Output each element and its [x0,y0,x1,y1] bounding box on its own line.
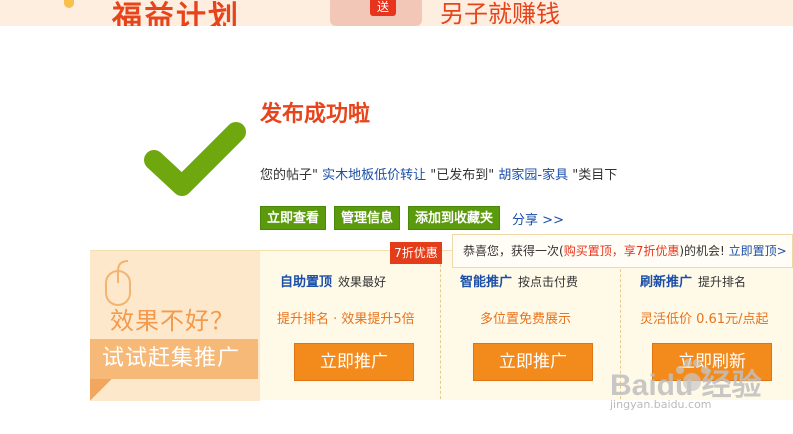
column-subtitle: 效果最好 [338,275,387,289]
action-buttons: 立即查看 管理信息 添加到收藏夹 分享 >> [260,206,564,230]
column-desc: 灵活低价 0.61元/点起 [640,312,769,327]
page: 福益计划 送 另子就赚钱 发布成功啦 您的帖子" 实木地板低价转让 "已发布到"… [0,0,793,434]
msg-suffix: "类目下 [572,168,618,183]
promo-column-smart: 智能推广 按点击付费 多位置免费展示 立即推广 [442,251,622,401]
category-link[interactable]: 胡家园-家具 [498,168,568,183]
msg-mid: "已发布到" [430,168,495,183]
tip-suffix: )的机会! [679,244,725,258]
success-message: 您的帖子" 实木地板低价转让 "已发布到" 胡家园-家具 "类目下 [260,164,617,183]
manage-info-button[interactable]: 管理信息 [334,206,401,230]
view-now-button[interactable]: 立即查看 [260,206,327,230]
column-title: 刷新推广 提升排名 [640,271,746,290]
discount-badge: 7折优惠 [390,242,442,264]
column-name: 智能推广 [460,275,513,290]
corner-fold [90,379,112,401]
paw-icon [676,359,709,391]
column-title: 智能推广 按点击付费 [460,271,578,290]
banner-left-text: 福益计划 [112,0,240,26]
banner-decoration [64,0,74,8]
column-name: 自助置顶 [280,275,333,290]
column-name: 刷新推广 [640,275,693,290]
gift-tag: 送 [370,0,396,16]
promo-column-top: 自助置顶 效果最好 提升排名 · 效果提升5倍 立即推广 [262,251,442,401]
banner-right-text: 另子就赚钱 [440,0,560,26]
discount-tip: 恭喜您，获得一次(购买置顶，享7折优惠)的机会! 立即置顶> [452,234,793,268]
column-subtitle: 提升排名 [698,275,747,289]
msg-prefix: 您的帖子" [260,168,318,183]
column-desc: 多位置免费展示 [480,312,572,327]
baidu-watermark: Baidu 经验 jingyan.baidu.com [610,359,793,420]
share-link[interactable]: 分享 >> [512,209,564,228]
promo-try-text: 试试赶集推广 [90,339,258,379]
success-title: 发布成功啦 [260,102,371,127]
column-title: 自助置顶 效果最好 [280,271,386,290]
column-subtitle: 按点击付费 [518,275,579,289]
post-title-link[interactable]: 实木地板低价转让 [322,168,426,183]
promote-now-button[interactable]: 立即推广 [473,343,593,381]
success-check-icon [144,122,246,196]
promo-bad-text: 效果不好？ [110,307,235,335]
gift-box-icon: 送 [330,0,422,26]
top-banner[interactable]: 福益计划 送 另子就赚钱 [0,0,793,26]
top-now-link[interactable]: 立即置顶> [729,244,787,258]
promote-now-button[interactable]: 立即推广 [294,343,414,381]
tip-prefix: 恭喜您，获得一次( [463,244,564,258]
add-favorite-button[interactable]: 添加到收藏夹 [408,206,501,230]
column-desc: 提升排名 · 效果提升5倍 [277,312,415,327]
watermark-url: jingyan.baidu.com [610,398,712,411]
tip-highlight: 购买置顶，享7折优惠 [563,244,680,258]
promo-left-banner[interactable]: 效果不好？ 试试赶集推广 [90,251,260,401]
